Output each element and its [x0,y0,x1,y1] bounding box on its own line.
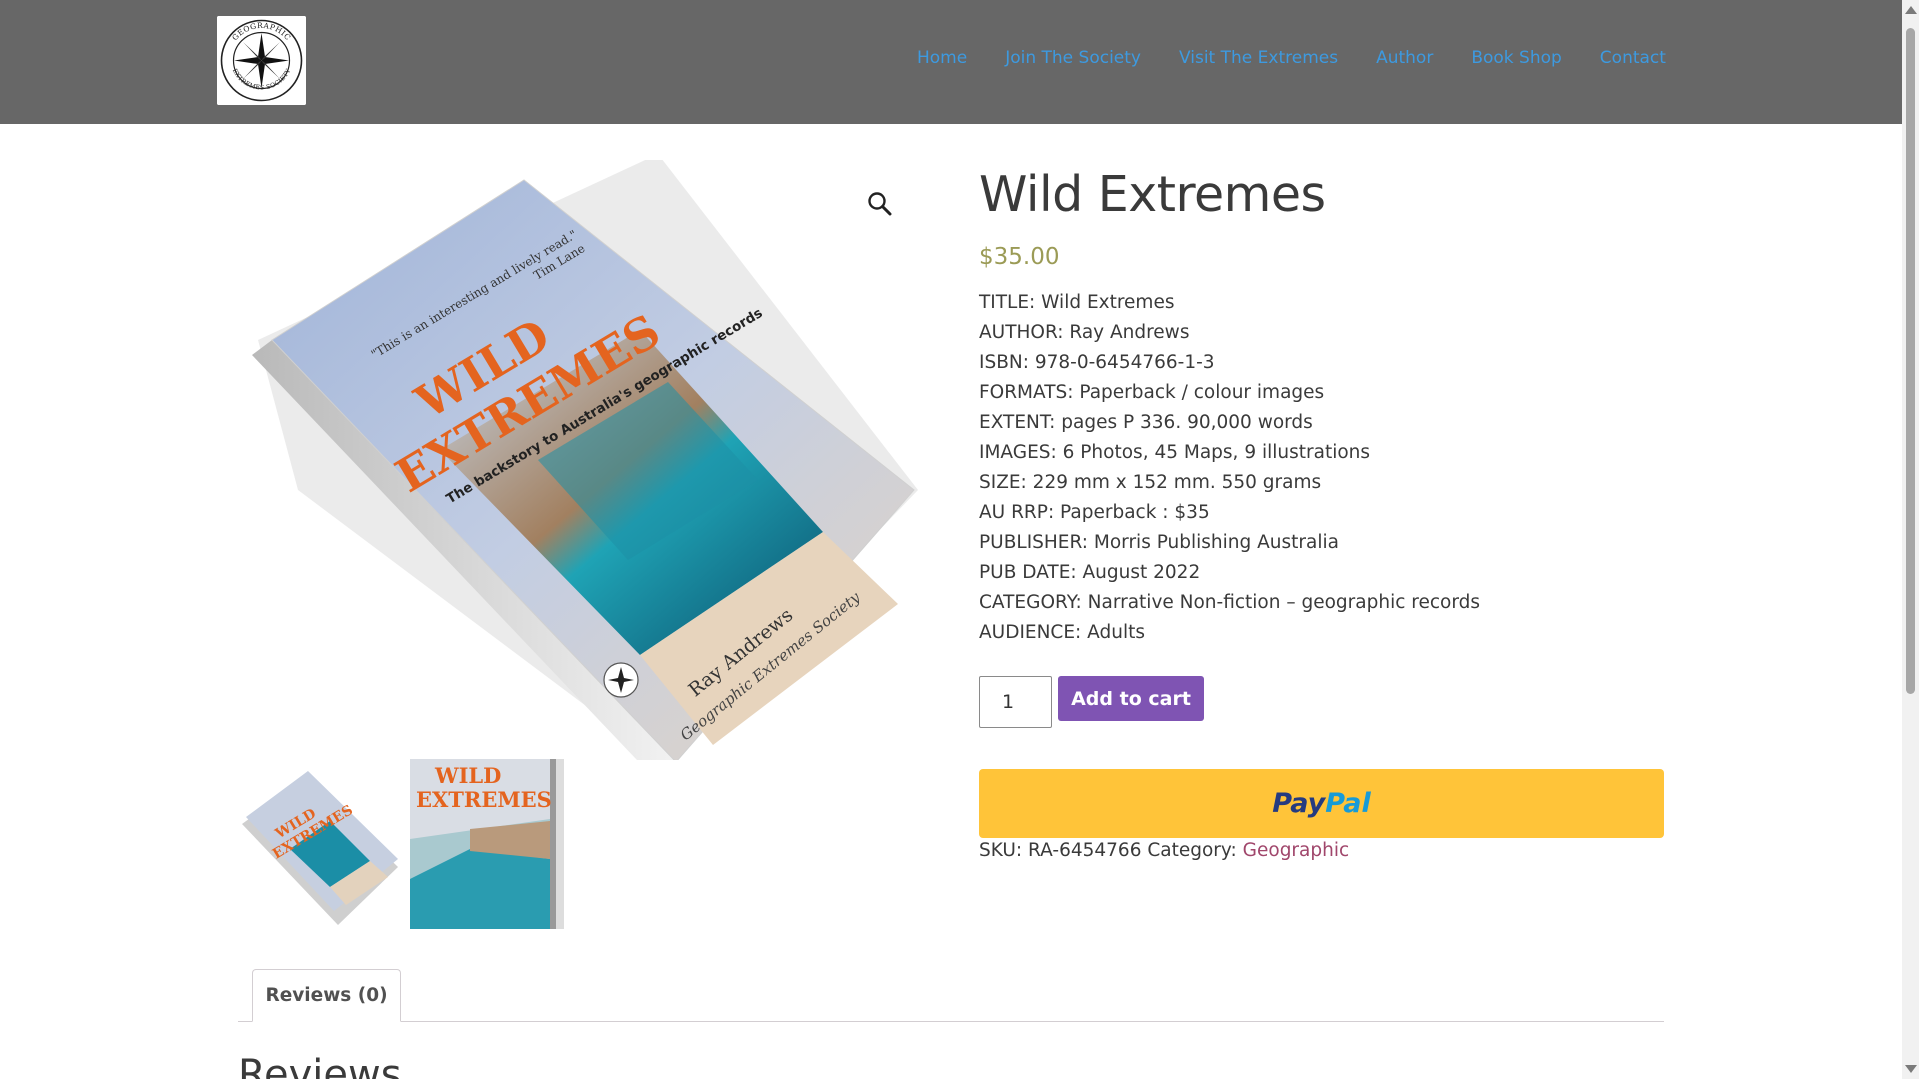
quantity-input[interactable] [979,676,1052,728]
svg-text:EXTREMES: EXTREMES [416,787,552,812]
category-link[interactable]: Geographic [1243,840,1350,861]
spec-extent: EXTENT: pages P 336. 90,000 words [979,412,1313,433]
spec-rrp: AU RRP: Paperback : $35 [979,502,1210,523]
thumbnail-image-1[interactable]: WILD EXTREMES [238,759,398,929]
spec-images: IMAGES: 6 Photos, 45 Maps, 9 illustratio… [979,442,1371,463]
scroll-down-arrow-icon[interactable] [1905,1065,1917,1073]
product-meta: SKU: RA-6454766 Category: Geographic [979,840,1349,861]
spec-author: AUTHOR: Ray Andrews [979,322,1190,343]
spec-audience: AUDIENCE: Adults [979,622,1145,643]
page-scrollbar[interactable] [1902,0,1919,1079]
spec-isbn: ISBN: 978-0-6454766-1-3 [979,352,1215,373]
product-thumbnails: WILD EXTREMES WILD EXTREMES [238,759,570,929]
compass-rose-icon: GEOGRAPHIC EXTREMES SOCIETY [217,16,306,105]
product-gallery: "This is an interesting and lively read.… [238,160,918,760]
paypal-button[interactable]: PayPal [979,769,1664,838]
sku-value: RA-6454766 [1028,840,1142,861]
site-logo[interactable]: GEOGRAPHIC EXTREMES SOCIETY [217,16,306,105]
svg-text:WILD: WILD [434,763,501,788]
nav-contact[interactable]: Contact [1600,48,1666,68]
product-main-image[interactable]: "This is an interesting and lively read.… [238,160,918,760]
scroll-thumb[interactable] [1906,28,1915,694]
add-to-cart-form: Add to cart [979,676,1204,728]
spec-pub-date: PUB DATE: August 2022 [979,562,1201,583]
site-header: GEOGRAPHIC EXTREMES SOCIETY Home Join Th… [0,0,1902,124]
product-title: Wild Extremes [979,166,1326,223]
reviews-heading: Reviews [238,1052,402,1079]
add-to-cart-button[interactable]: Add to cart [1058,676,1204,721]
spec-size: SIZE: 229 mm x 152 mm. 550 grams [979,472,1322,493]
nav-book-shop[interactable]: Book Shop [1471,48,1561,68]
spec-category: CATEGORY: Narrative Non-fiction – geogra… [979,592,1481,613]
tabs-divider [238,1021,1664,1022]
scroll-up-arrow-icon[interactable] [1905,6,1917,14]
product-price: $35.00 [979,244,1060,270]
nav-join-the-society[interactable]: Join The Society [1005,48,1141,68]
tab-reviews[interactable]: Reviews (0) [252,969,401,1022]
main-nav: Home Join The Society Visit The Extremes… [917,48,1666,68]
nav-author[interactable]: Author [1376,48,1433,68]
category-label: Category: [1147,840,1237,861]
product-summary: Wild Extremes $35.00 TITLE: Wild Extreme… [979,160,1664,648]
spec-publisher: PUBLISHER: Morris Publishing Australia [979,532,1339,553]
product-specs: TITLE: Wild Extremes AUTHOR: Ray Andrews… [979,288,1664,648]
thumbnail-image-2[interactable]: WILD EXTREMES [410,759,570,929]
spec-title: TITLE: Wild Extremes [979,292,1175,313]
paypal-logo: PayPal [1272,788,1371,819]
nav-visit-the-extremes[interactable]: Visit The Extremes [1179,48,1338,68]
nav-home[interactable]: Home [917,48,967,68]
spec-formats: FORMATS: Paperback / colour images [979,382,1325,403]
magnifier-icon[interactable] [866,190,894,218]
sku-label: SKU: [979,840,1023,861]
